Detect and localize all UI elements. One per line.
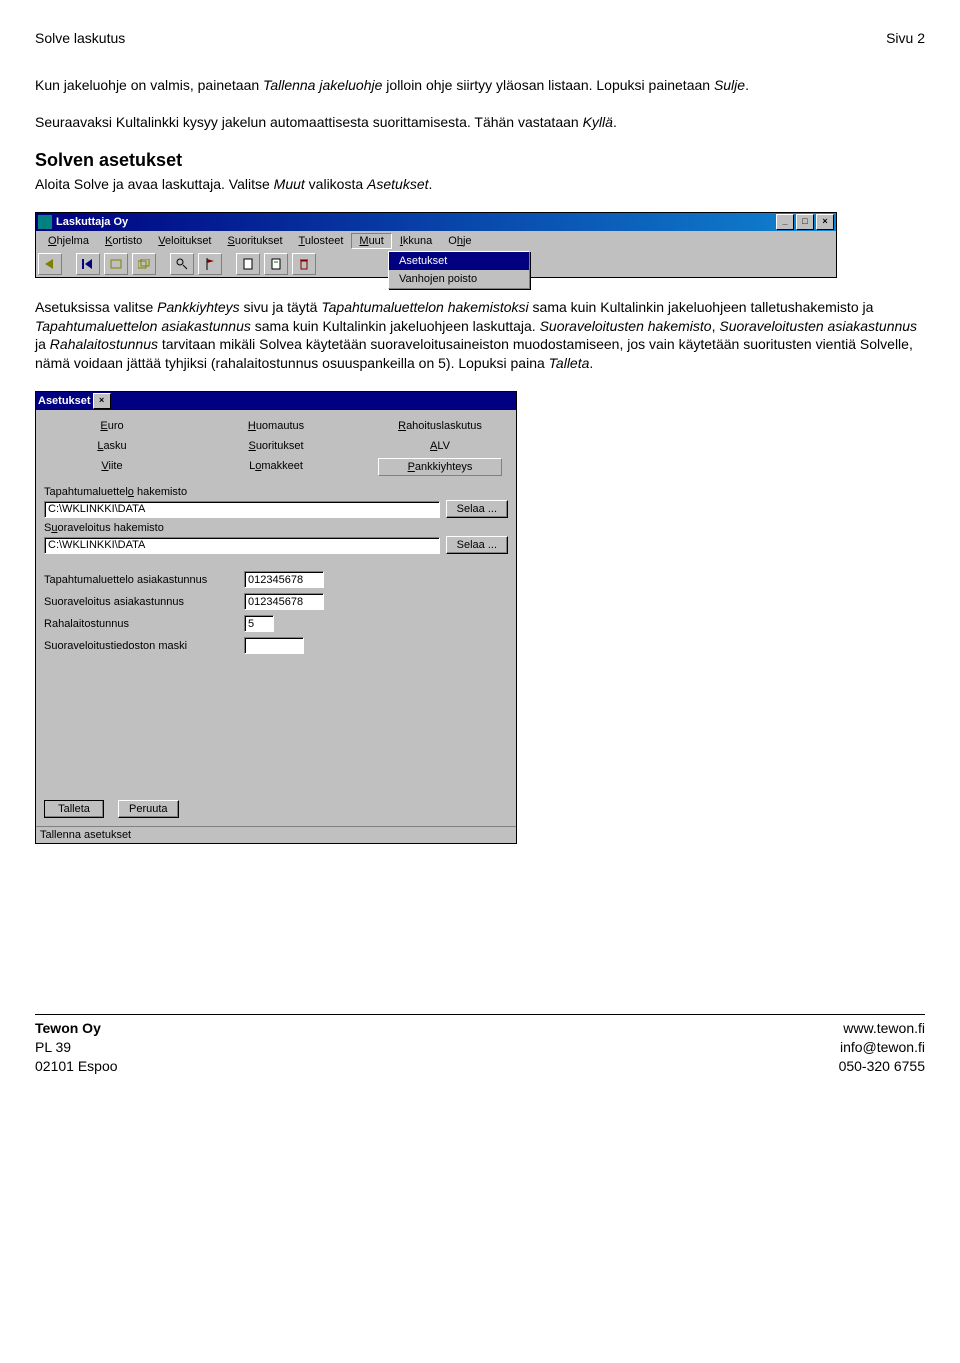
menubar: Ohjelma Kortisto Veloitukset Suoritukset… — [36, 231, 836, 251]
label-raha: Rahalaitostunnus — [44, 618, 244, 630]
page-footer: Tewon Oy PL 39 02101 Espoo www.tewon.fi … — [35, 1014, 925, 1076]
toolbar: Asetukset Vanhojen poisto — [36, 251, 836, 277]
tool-doc1-icon[interactable] — [236, 253, 260, 275]
window-title: Laskuttaja Oy — [56, 216, 128, 228]
paragraph-1: Kun jakeluohje on valmis, painetaan Tall… — [35, 76, 925, 95]
tool-first-icon[interactable] — [76, 253, 100, 275]
tab-euro[interactable]: Euro — [50, 418, 174, 434]
label-tap-asi: Tapahtumaluettelo asiakastunnus — [44, 574, 244, 586]
menu-ohje[interactable]: Ohje — [440, 233, 479, 249]
label-mask: Suoraveloitustiedoston maski — [44, 640, 244, 652]
tab-huomautus[interactable]: Huomautus — [214, 418, 338, 434]
asetukset-dialog: Asetukset × Euro Huomautus Rahoituslasku… — [35, 391, 517, 844]
header-right: Sivu 2 — [886, 30, 925, 46]
tool-doc2-icon[interactable] — [264, 253, 288, 275]
menu-muut[interactable]: Muut — [351, 233, 391, 249]
section-heading: Solven asetukset — [35, 150, 925, 171]
tool-search-icon[interactable] — [170, 253, 194, 275]
tab-lasku[interactable]: Lasku — [50, 438, 174, 454]
tab-suoritukset[interactable]: Suoritukset — [214, 438, 338, 454]
footer-left: Tewon Oy PL 39 02101 Espoo — [35, 1019, 118, 1076]
input-raha[interactable] — [244, 615, 274, 632]
browse-tap-button[interactable]: Selaa ... — [446, 500, 508, 518]
menu-tulosteet[interactable]: Tulosteet — [291, 233, 352, 249]
tab-alv[interactable]: ALV — [378, 438, 502, 454]
maximize-icon[interactable]: □ — [796, 214, 814, 230]
dialog-footer: Talleta Peruuta — [44, 794, 508, 818]
minimize-icon[interactable]: _ — [776, 214, 794, 230]
tool-card2-icon[interactable] — [132, 253, 156, 275]
close-icon[interactable]: × — [816, 214, 834, 230]
tool-left-icon[interactable] — [38, 253, 62, 275]
tool-card1-icon[interactable] — [104, 253, 128, 275]
label-suo-hak: Suoraveloitus hakemisto — [44, 522, 508, 534]
menu-ikkuna[interactable]: Ikkuna — [392, 233, 440, 249]
menu-kortisto[interactable]: Kortisto — [97, 233, 150, 249]
tabs: Euro Huomautus Rahoituslaskutus Lasku Su… — [44, 418, 508, 476]
dialog-title: Asetukset — [38, 395, 91, 407]
paragraph-3: Aloita Solve ja avaa laskuttaja. Valitse… — [35, 175, 925, 194]
app-icon — [38, 215, 52, 229]
solve-window: Laskuttaja Oy _ □ × Ohjelma Kortisto Vel… — [35, 212, 837, 278]
header-left: Solve laskutus — [35, 30, 125, 46]
paragraph-4: Asetuksissa valitse Pankkiyhteys sivu ja… — [35, 298, 925, 374]
input-suo-asi[interactable] — [244, 593, 324, 610]
dropdown-vanhojen-poisto[interactable]: Vanhojen poisto — [389, 270, 529, 288]
menu-veloitukset[interactable]: Veloitukset — [150, 233, 219, 249]
cancel-button[interactable]: Peruuta — [118, 800, 179, 818]
input-suo-hak[interactable] — [44, 537, 440, 554]
dialog-close-icon[interactable]: × — [93, 393, 111, 409]
save-button[interactable]: Talleta — [44, 800, 104, 818]
dialog-titlebar: Asetukset × — [36, 392, 516, 410]
menu-suoritukset[interactable]: Suoritukset — [220, 233, 291, 249]
label-suo-asi: Suoraveloitus asiakastunnus — [44, 596, 244, 608]
menu-ohjelma[interactable]: Ohjelma — [40, 233, 97, 249]
input-mask[interactable] — [244, 637, 304, 654]
input-tap-asi[interactable] — [244, 571, 324, 588]
tool-flag-icon[interactable] — [198, 253, 222, 275]
tab-rahoituslaskutus[interactable]: Rahoituslaskutus — [378, 418, 502, 434]
tab-pankkiyhteys[interactable]: Pankkiyhteys — [378, 458, 502, 476]
muut-dropdown: Asetukset Vanhojen poisto — [388, 251, 530, 289]
dropdown-asetukset[interactable]: Asetukset — [389, 252, 529, 270]
tab-viite[interactable]: Viite — [50, 458, 174, 476]
input-tap-hak[interactable] — [44, 501, 440, 518]
paragraph-2: Seuraavaksi Kultalinkki kysyy jakelun au… — [35, 113, 925, 132]
browse-suo-button[interactable]: Selaa ... — [446, 536, 508, 554]
status-bar: Tallenna asetukset — [36, 826, 516, 843]
label-tap-hak: Tapahtumaluettelo hakemisto — [44, 486, 508, 498]
page-header: Solve laskutus Sivu 2 — [35, 30, 925, 46]
footer-right: www.tewon.fi info@tewon.fi 050-320 6755 — [839, 1019, 925, 1076]
titlebar: Laskuttaja Oy _ □ × — [36, 213, 836, 231]
tool-delete-icon[interactable] — [292, 253, 316, 275]
tab-lomakkeet[interactable]: Lomakkeet — [214, 458, 338, 476]
